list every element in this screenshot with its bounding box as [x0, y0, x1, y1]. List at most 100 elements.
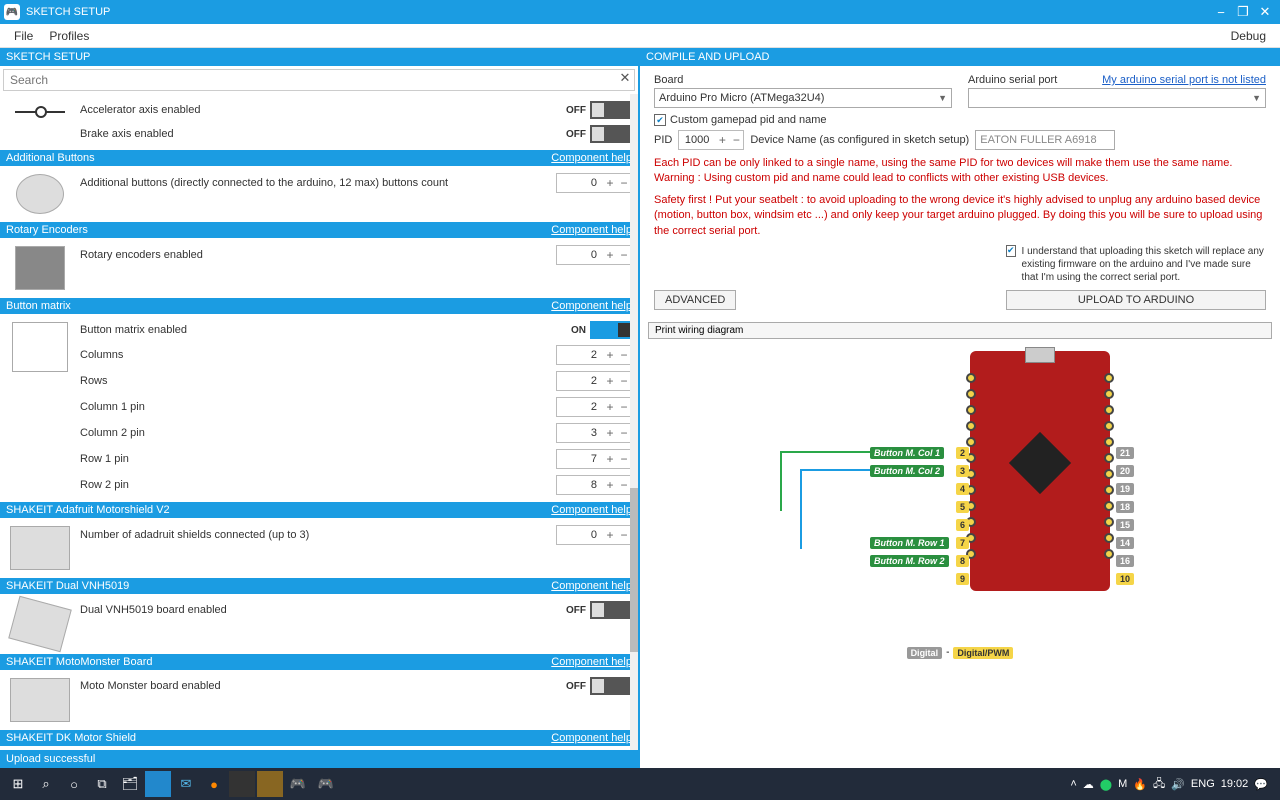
- tray-icon[interactable]: ⬤: [1100, 778, 1112, 791]
- start-button[interactable]: ⊞: [5, 771, 31, 797]
- prop-label: Row 1 pin: [80, 453, 556, 465]
- device-name-label: Device Name (as configured in sketch set…: [750, 134, 969, 146]
- component-help-link[interactable]: Component help: [551, 504, 632, 516]
- step-up-icon[interactable]: +: [603, 450, 617, 468]
- settings-scroll[interactable]: Accelerator axis enabled OFF Brake axis …: [0, 94, 638, 750]
- step-down-icon[interactable]: −: [617, 372, 631, 390]
- toggle-vnh[interactable]: [590, 601, 632, 619]
- custom-pid-checkbox[interactable]: ✔: [654, 114, 666, 126]
- taskview-icon[interactable]: ⧉: [89, 771, 115, 797]
- stepper-rotary[interactable]: 0 +−: [556, 245, 632, 265]
- component-help-link[interactable]: Component help: [551, 656, 632, 668]
- step-down-icon[interactable]: −: [617, 526, 631, 544]
- taskbar-app-icon[interactable]: [257, 771, 283, 797]
- prop-label: Columns: [80, 349, 556, 361]
- serial-port-select[interactable]: ▼: [968, 88, 1266, 108]
- component-help-link[interactable]: Component help: [551, 580, 632, 592]
- stepper-col2-pin[interactable]: 3+−: [556, 423, 632, 443]
- serial-not-listed-link[interactable]: My arduino serial port is not listed: [1102, 74, 1266, 88]
- stepper-col1-pin[interactable]: 2+−: [556, 397, 632, 417]
- step-down-icon[interactable]: −: [617, 246, 631, 264]
- search-input[interactable]: [4, 70, 616, 90]
- menu-profiles[interactable]: Profiles: [41, 27, 97, 45]
- menu-file[interactable]: File: [6, 27, 41, 45]
- chevron-down-icon: ▼: [1252, 93, 1261, 103]
- tray-icon[interactable]: 🔥: [1133, 778, 1147, 791]
- menu-debug[interactable]: Debug: [1223, 27, 1274, 45]
- tray-language[interactable]: ENG: [1191, 778, 1215, 790]
- ack-checkbox[interactable]: ✔: [1006, 245, 1016, 257]
- prop-label: Column 2 pin: [80, 427, 556, 439]
- tray-clock[interactable]: 19:02: [1221, 778, 1249, 790]
- pin-number: 5: [956, 501, 969, 513]
- advanced-button[interactable]: ADVANCED: [654, 290, 736, 310]
- pin-number: 3: [956, 465, 969, 477]
- stepper-additional-buttons[interactable]: 0 +−: [556, 173, 632, 193]
- explorer-icon[interactable]: 🗂: [117, 771, 143, 797]
- toggle-brake-axis[interactable]: [590, 125, 632, 143]
- step-up-icon[interactable]: +: [603, 398, 617, 416]
- step-up-icon[interactable]: +: [603, 526, 617, 544]
- system-tray[interactable]: ˄ ☁ ⬤ M 🔥 🖧 🔊 ENG 19:02 💬: [1070, 775, 1276, 794]
- upload-button[interactable]: UPLOAD TO ARDUINO: [1006, 290, 1266, 310]
- left-panel: SKETCH SETUP ✕ Accelerator axis enabled …: [0, 48, 640, 768]
- component-help-link[interactable]: Component help: [551, 224, 632, 236]
- search-box: ✕: [3, 69, 635, 91]
- taskbar-app-icon[interactable]: 🎮: [285, 771, 311, 797]
- toggle-button-matrix[interactable]: [590, 321, 632, 339]
- prop-label: Button matrix enabled: [80, 324, 560, 336]
- stepper-columns[interactable]: 2+−: [556, 345, 632, 365]
- prop-state: OFF: [560, 605, 590, 616]
- toggle-motomonster[interactable]: [590, 677, 632, 695]
- pid-stepper[interactable]: 1000 +−: [678, 130, 744, 150]
- tray-icon[interactable]: 🖧: [1153, 775, 1165, 794]
- minimize-button[interactable]: −: [1210, 2, 1232, 22]
- taskbar-app-icon[interactable]: ✉: [173, 771, 199, 797]
- stepper-adafruit[interactable]: 0+−: [556, 525, 632, 545]
- toggle-accel-axis[interactable]: [590, 101, 632, 119]
- step-down-icon[interactable]: −: [729, 131, 743, 149]
- step-down-icon[interactable]: −: [617, 346, 631, 364]
- component-help-link[interactable]: Component help: [551, 732, 632, 744]
- cortana-icon[interactable]: ○: [61, 771, 87, 797]
- step-down-icon[interactable]: −: [617, 450, 631, 468]
- step-up-icon[interactable]: +: [603, 174, 617, 192]
- component-help-link[interactable]: Component help: [551, 300, 632, 312]
- tray-icon[interactable]: ☁: [1083, 778, 1094, 791]
- taskbar-app-icon[interactable]: [229, 771, 255, 797]
- board-select[interactable]: Arduino Pro Micro (ATMega32U4) ▼: [654, 88, 952, 108]
- step-up-icon[interactable]: +: [603, 476, 617, 494]
- maximize-button[interactable]: ❐: [1232, 2, 1254, 22]
- scrollbar[interactable]: [630, 94, 638, 750]
- step-up-icon[interactable]: +: [603, 346, 617, 364]
- pin-number: 16: [1116, 555, 1134, 567]
- prop-label: Accelerator axis enabled: [80, 104, 560, 116]
- tray-volume-icon[interactable]: 🔊: [1171, 778, 1185, 791]
- component-help-link[interactable]: Component help: [551, 152, 632, 164]
- search-clear-icon[interactable]: ✕: [616, 70, 634, 90]
- step-down-icon[interactable]: −: [617, 398, 631, 416]
- step-down-icon[interactable]: −: [617, 424, 631, 442]
- taskbar-app-icon[interactable]: 🎮: [313, 771, 339, 797]
- step-down-icon[interactable]: −: [617, 174, 631, 192]
- close-button[interactable]: ✕: [1254, 2, 1276, 22]
- device-name-input[interactable]: [975, 130, 1115, 150]
- step-up-icon[interactable]: +: [603, 424, 617, 442]
- taskbar-app-icon[interactable]: [145, 771, 171, 797]
- print-wiring-button[interactable]: Print wiring diagram: [648, 322, 1272, 339]
- stepper-rows[interactable]: 2+−: [556, 371, 632, 391]
- step-up-icon[interactable]: +: [715, 131, 729, 149]
- stepper-row1-pin[interactable]: 7+−: [556, 449, 632, 469]
- pin-label: Button M. Row 2: [870, 555, 949, 567]
- serial-port-label: Arduino serial port: [968, 74, 1057, 86]
- taskbar-app-icon[interactable]: ●: [201, 771, 227, 797]
- tray-notifications-icon[interactable]: 💬: [1254, 778, 1268, 791]
- search-icon[interactable]: ⌕: [33, 771, 59, 797]
- step-up-icon[interactable]: +: [603, 372, 617, 390]
- step-up-icon[interactable]: +: [603, 246, 617, 264]
- step-down-icon[interactable]: −: [617, 476, 631, 494]
- tray-chevron-up-icon[interactable]: ˄: [1070, 778, 1076, 790]
- tray-icon[interactable]: M: [1118, 778, 1127, 790]
- stepper-row2-pin[interactable]: 8+−: [556, 475, 632, 495]
- ack-label: I understand that uploading this sketch …: [1022, 245, 1266, 284]
